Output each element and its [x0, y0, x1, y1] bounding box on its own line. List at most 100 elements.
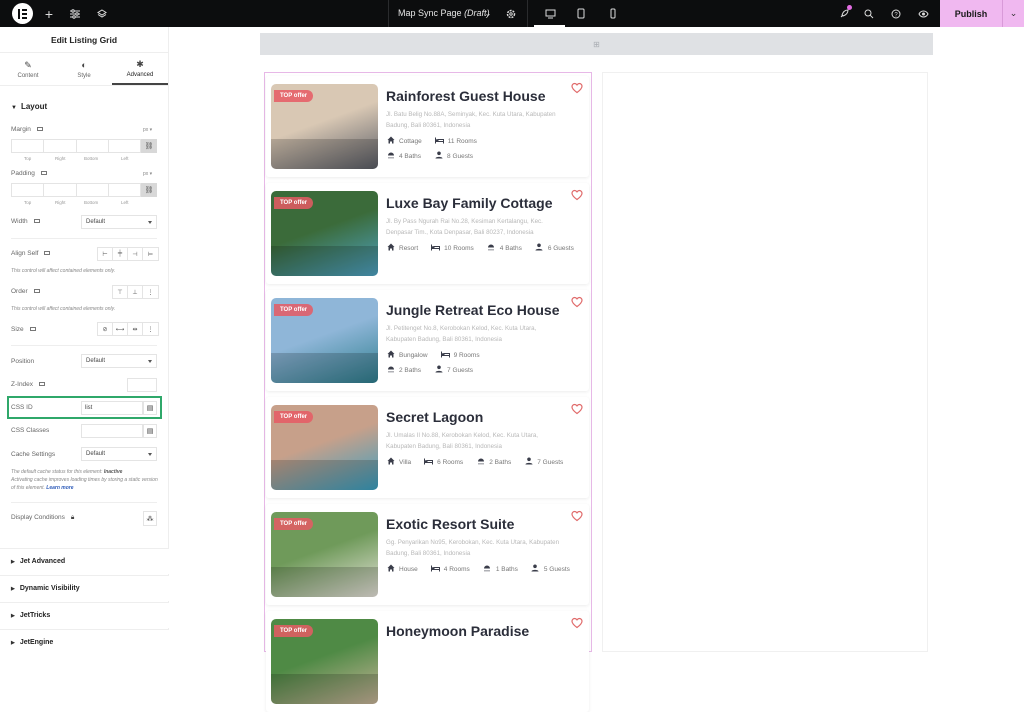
listing-image[interactable]: TOP offer	[271, 512, 378, 597]
margin-unit-select[interactable]: px ▾	[143, 127, 152, 133]
listing-title[interactable]: Exotic Resort Suite	[386, 516, 514, 532]
desktop-icon[interactable]	[540, 0, 560, 27]
listing-title[interactable]: Honeymoon Paradise	[386, 623, 529, 639]
baths-value: 2 Baths	[489, 458, 512, 466]
order-end-icon[interactable]: ⊥	[128, 286, 143, 298]
top-offer-badge: TOP offer	[274, 518, 314, 530]
zindex-input[interactable]	[127, 378, 157, 392]
margin-inputs[interactable]	[11, 139, 141, 153]
listing-address: Jl. By Pass Ngurah Rai No.28, Kesiman Ke…	[386, 218, 543, 236]
listing-image[interactable]: TOP offer	[271, 405, 378, 490]
align-center-icon[interactable]: ╪	[113, 248, 128, 260]
tab-advanced[interactable]: ✱ Advanced	[112, 53, 168, 85]
size-shrink-icon[interactable]: ⇹	[128, 323, 143, 335]
side-label: Top	[24, 200, 32, 205]
listing-features: 2 Baths 7 Guests	[386, 365, 482, 375]
heart-icon[interactable]	[571, 188, 583, 201]
rooms-icon	[431, 244, 441, 253]
width-select[interactable]: Default	[81, 215, 157, 229]
tablet-icon[interactable]	[573, 0, 589, 27]
desktop-icon	[29, 327, 36, 332]
dynamic-tags-icon[interactable]: ▤	[143, 424, 157, 438]
layers-icon[interactable]	[95, 0, 109, 27]
css-classes-input[interactable]	[81, 424, 143, 438]
plus-icon[interactable]: +	[42, 0, 56, 27]
align-note: This control will affect contained eleme…	[11, 268, 116, 274]
listing-image[interactable]: TOP offer	[271, 619, 378, 704]
position-select[interactable]: Default	[81, 354, 157, 368]
tab-style[interactable]: ◐ Style	[56, 53, 112, 85]
rooms-icon	[440, 351, 450, 360]
listing-title[interactable]: Luxe Bay Family Cottage	[386, 195, 553, 211]
search-icon[interactable]	[862, 0, 876, 27]
listing-card[interactable]: TOP offer Rainforest Guest House Jl. Batu …	[266, 76, 589, 177]
listing-image[interactable]: TOP offer	[271, 191, 378, 276]
listing-title[interactable]: Rainforest Guest House	[386, 88, 545, 104]
size-none-icon[interactable]: ⊘	[98, 323, 113, 335]
elementor-logo-icon[interactable]	[12, 3, 33, 24]
gear-icon[interactable]	[504, 0, 518, 27]
listing-card[interactable]: TOP offer Honeymoon Paradise	[266, 611, 589, 712]
chevron-down-icon[interactable]: ⌄	[482, 0, 494, 27]
property-type-value: Resort	[399, 244, 419, 252]
listing-address: Jl. Umalas II No.88, Kerobokan Kelod, Ke…	[386, 432, 539, 450]
listing-card[interactable]: TOP offer Luxe Bay Family Cottage Jl. By P…	[266, 183, 589, 284]
guests-icon	[434, 151, 443, 161]
listing-card[interactable]: TOP offer Jungle Retreat Eco House Jl. Pet…	[266, 290, 589, 391]
mobile-icon[interactable]	[605, 0, 621, 27]
map-container[interactable]	[602, 72, 928, 652]
align-stretch-icon[interactable]: ⊨	[143, 248, 158, 260]
help-icon[interactable]: ?	[889, 0, 903, 27]
link-values-icon[interactable]: ⛓	[141, 183, 157, 197]
align-start-icon[interactable]: ⊢	[98, 248, 113, 260]
listing-image[interactable]: TOP offer	[271, 298, 378, 383]
caret-right-icon: ▶	[11, 613, 15, 619]
cache-settings-select[interactable]: Default	[81, 447, 157, 461]
heart-icon[interactable]	[571, 616, 583, 629]
listing-card[interactable]: TOP offer Secret Lagoon Jl. Umalas II No.8…	[266, 397, 589, 498]
page-title[interactable]: Map Sync Page (Draft)	[398, 0, 490, 27]
css-id-input[interactable]: list	[81, 401, 143, 415]
order-start-icon[interactable]: ⊤	[113, 286, 128, 298]
listing-image[interactable]: TOP offer	[271, 84, 378, 169]
publish-button[interactable]: Publish	[940, 0, 1002, 27]
section-jetengine[interactable]: ▶ JetEngine	[0, 629, 169, 655]
sliders-icon[interactable]	[68, 0, 82, 27]
listing-features: Villa 6 Rooms 2 Baths 7 Guests	[386, 457, 572, 467]
section-jet-advanced[interactable]: ▶ Jet Advanced	[0, 548, 169, 574]
size-grow-icon[interactable]: ⟷	[113, 323, 128, 335]
more-options-icon[interactable]: ⋮	[143, 286, 158, 298]
section-jettricks[interactable]: ▶ JetTricks	[0, 602, 169, 628]
tab-style-label: Style	[77, 72, 91, 79]
align-end-icon[interactable]: ⊣	[128, 248, 143, 260]
more-options-icon[interactable]: ⋮	[143, 323, 158, 335]
empty-section-placeholder[interactable]: ⊞	[260, 33, 933, 55]
rooms-value: 11 Rooms	[447, 137, 477, 145]
layout-section-toggle[interactable]: ▼ Layout	[11, 102, 47, 111]
listing-features: House 4 Rooms 1 Baths 5 Guests	[386, 564, 579, 574]
heart-icon[interactable]	[571, 402, 583, 415]
padding-inputs[interactable]	[11, 183, 141, 197]
listing-card[interactable]: TOP offer Exotic Resort Suite Gg. Penyarik…	[266, 504, 589, 605]
listing-title[interactable]: Secret Lagoon	[386, 409, 483, 425]
publish-options-chevron-icon[interactable]: ⌄	[1002, 0, 1024, 27]
heart-icon[interactable]	[571, 81, 583, 94]
page-title-text: Map Sync Page	[398, 8, 462, 18]
top-offer-badge: TOP offer	[274, 90, 314, 102]
heart-icon[interactable]	[571, 295, 583, 308]
tab-content[interactable]: ✎ Content	[0, 53, 56, 85]
side-label: Bottom	[84, 200, 99, 205]
section-dynamic-visibility[interactable]: ▶ Dynamic Visibility	[0, 575, 169, 601]
desktop-icon	[40, 171, 47, 176]
listing-features: Bungalow 9 Rooms	[386, 350, 489, 360]
property-type-value: Cottage	[399, 137, 422, 145]
conditions-icon[interactable]: ⁂	[143, 511, 157, 526]
learn-more-link[interactable]: Learn more	[46, 485, 73, 491]
listing-title[interactable]: Jungle Retreat Eco House	[386, 302, 560, 318]
link-values-icon[interactable]: ⛓	[141, 139, 157, 153]
margin-label: Margin	[11, 126, 43, 133]
padding-unit-select[interactable]: px ▾	[143, 171, 152, 177]
heart-icon[interactable]	[571, 509, 583, 522]
dynamic-tags-icon[interactable]: ▤	[143, 401, 157, 415]
eye-icon[interactable]	[916, 0, 930, 27]
